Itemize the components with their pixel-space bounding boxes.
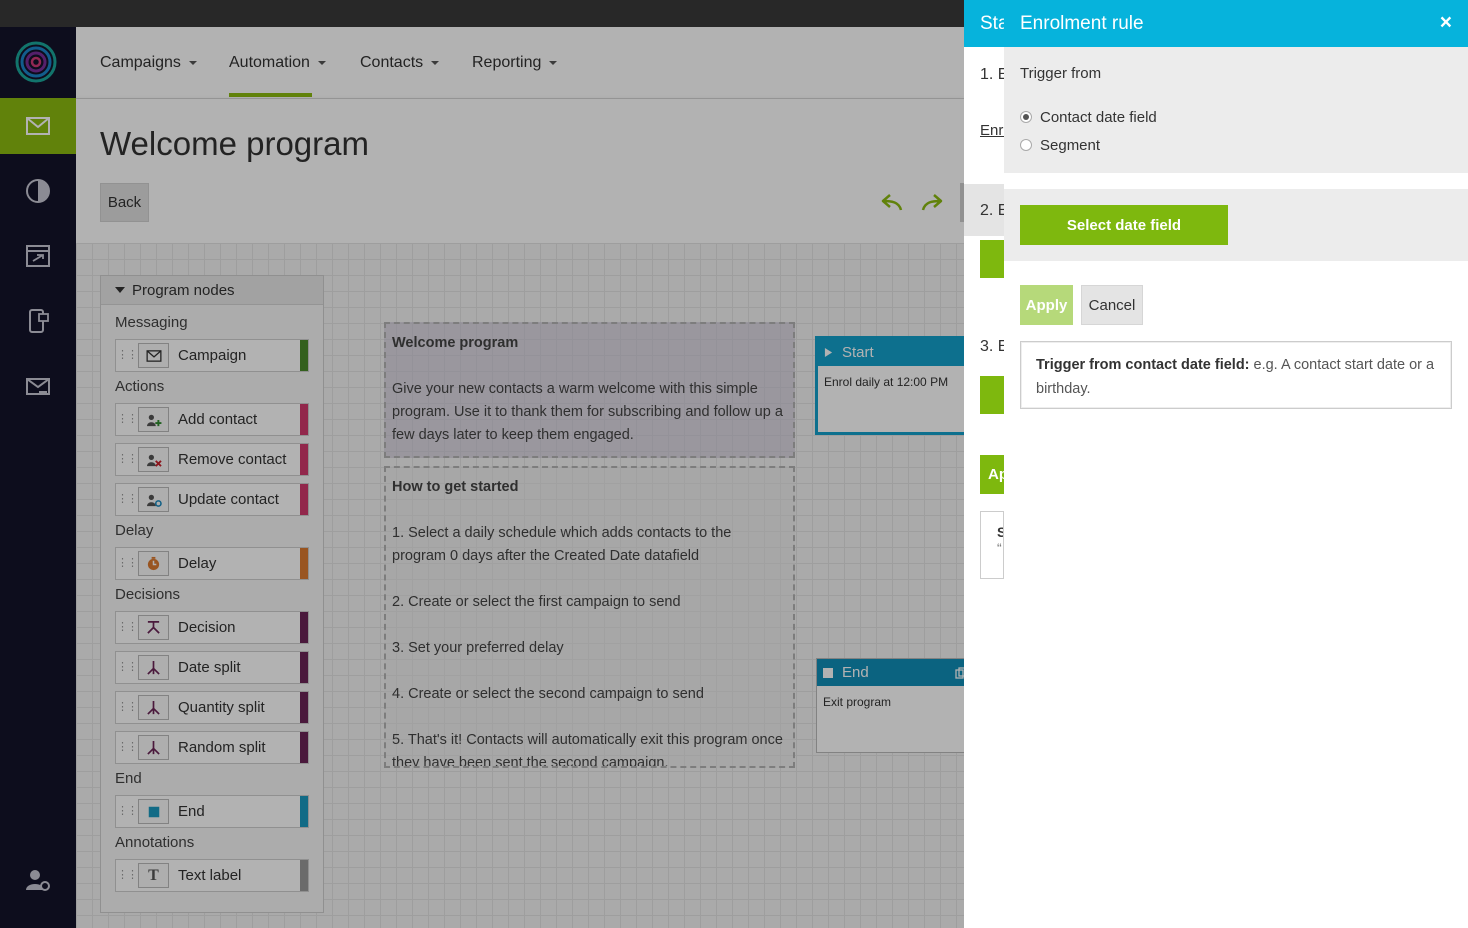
drawer-info-box: S “ xyxy=(980,511,1004,579)
trigger-label: Trigger from xyxy=(1020,65,1102,82)
cancel-button[interactable]: Cancel xyxy=(1081,285,1143,325)
apply-button[interactable]: Apply xyxy=(1020,285,1073,325)
radio-segment[interactable]: Segment xyxy=(1020,131,1452,159)
info-box: Trigger from contact date field: e.g. A … xyxy=(1020,341,1452,409)
panel-header: Enrolment rule × xyxy=(1004,0,1468,47)
panel-title: Enrolment rule xyxy=(1020,12,1144,34)
drawer-step-3-button[interactable] xyxy=(980,376,1004,414)
radio-unselected-icon[interactable] xyxy=(1020,139,1032,151)
drawer-apply-button[interactable]: Ap xyxy=(980,455,1004,494)
trigger-section: Trigger from Contact date field Segment xyxy=(1004,47,1468,173)
date-field-section: Select date field xyxy=(1004,189,1468,261)
info-bold-text: Trigger from contact date field: xyxy=(1036,357,1250,373)
modal-backdrop[interactable] xyxy=(0,0,964,928)
enrolment-rule-panel: Enrolment rule × Trigger from Contact da… xyxy=(1004,0,1468,928)
radio-contact-date-field[interactable]: Contact date field xyxy=(1020,103,1452,131)
panel-actions: Apply Cancel xyxy=(1020,285,1143,325)
close-icon[interactable]: × xyxy=(1440,12,1452,33)
select-date-field-button[interactable]: Select date field xyxy=(1020,205,1228,245)
drawer-step-2-button[interactable] xyxy=(980,240,1004,278)
radio-selected-icon[interactable] xyxy=(1020,111,1032,123)
